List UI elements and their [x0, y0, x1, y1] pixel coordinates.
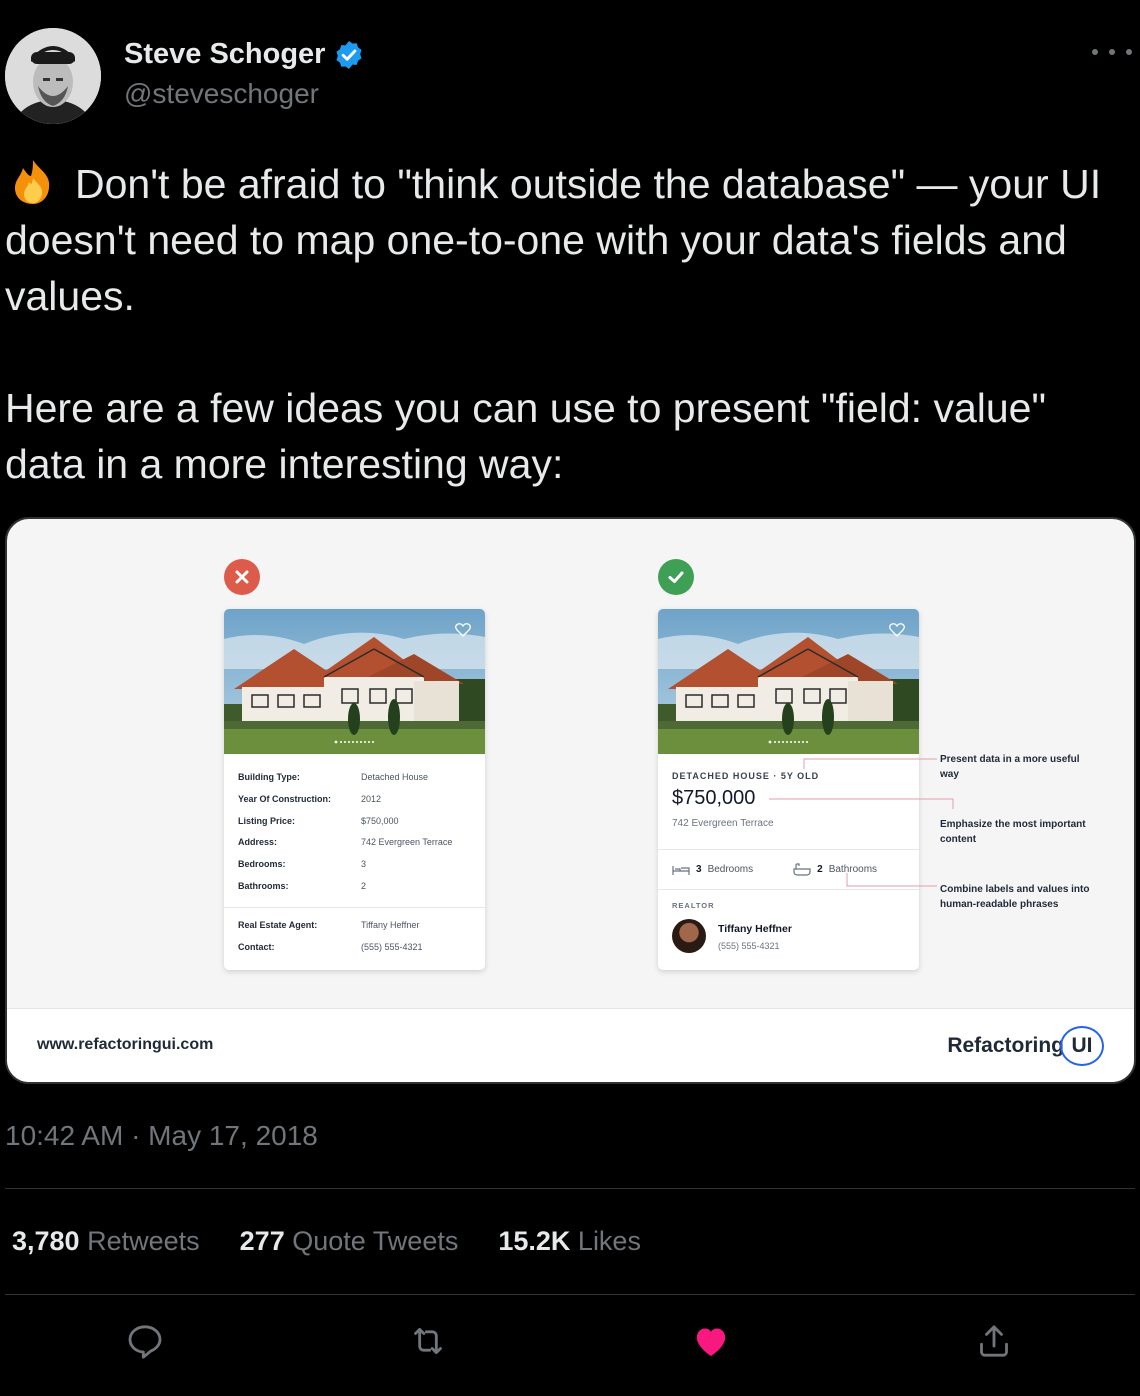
verified-badge-icon — [336, 40, 363, 69]
footer-url: www.refactoringui.com — [37, 1036, 214, 1053]
like-icon[interactable] — [688, 1318, 734, 1364]
annotation-present-data: Present data in a more useful way — [940, 754, 1080, 780]
tweet-text: Don't be afraid to "think outside the da… — [5, 156, 1115, 492]
tweet-media-image[interactable]: Building Type: Detached House Year Of Con… — [5, 517, 1136, 1084]
brand-text: Refactoring — [947, 1034, 1064, 1057]
divider — [5, 1188, 1135, 1189]
author-name-text[interactable]: Steve Schoger — [124, 38, 325, 71]
tweet-paragraph-2: Here are a few ideas you can use to pres… — [5, 385, 1047, 487]
quote-tweets-label: Quote Tweets — [292, 1226, 459, 1256]
more-options-icon[interactable] — [1092, 40, 1132, 64]
likes-count: 15.2K — [498, 1226, 571, 1256]
tweet-paragraph-1: Don't be afraid to "think outside the da… — [5, 156, 1115, 324]
media-footer: www.refactoringui.com Refactoring UI — [7, 1008, 1134, 1082]
author-avatar[interactable] — [5, 28, 101, 124]
retweet-icon[interactable] — [405, 1318, 451, 1364]
likes-stat[interactable]: 15.2K Likes — [498, 1226, 641, 1257]
quote-tweets-stat[interactable]: 277 Quote Tweets — [240, 1226, 459, 1257]
likes-label: Likes — [577, 1226, 641, 1256]
retweets-label: Retweets — [87, 1226, 200, 1256]
engagement-stats: 3,780 Retweets 277 Quote Tweets 15.2K Li… — [12, 1226, 641, 1257]
retweets-count: 3,780 — [12, 1226, 80, 1256]
quote-tweets-count: 277 — [239, 1226, 285, 1256]
tweet-actions — [0, 1318, 1140, 1370]
tweet-timestamp[interactable]: 10:42 AM · May 17, 2018 — [5, 1120, 318, 1152]
annotation-emphasize: Emphasize the most important content — [940, 819, 1086, 845]
fire-emoji-icon — [15, 160, 50, 204]
author-name[interactable]: Steve Schoger — [124, 38, 365, 71]
refactoring-ui-logo: Refactoring UI — [947, 1026, 1104, 1066]
author-handle[interactable]: @steveschoger — [124, 78, 319, 110]
share-icon[interactable] — [971, 1318, 1017, 1364]
retweets-stat[interactable]: 3,780 Retweets — [12, 1226, 200, 1257]
reply-icon[interactable] — [122, 1318, 168, 1364]
brand-ui-mark: UI — [1060, 1026, 1104, 1066]
divider — [5, 1294, 1135, 1295]
annotation-combine-labels: Combine labels and values into human-rea… — [940, 884, 1090, 910]
tweet-line-1: Don't be afraid to "think outside the da… — [5, 161, 1102, 319]
